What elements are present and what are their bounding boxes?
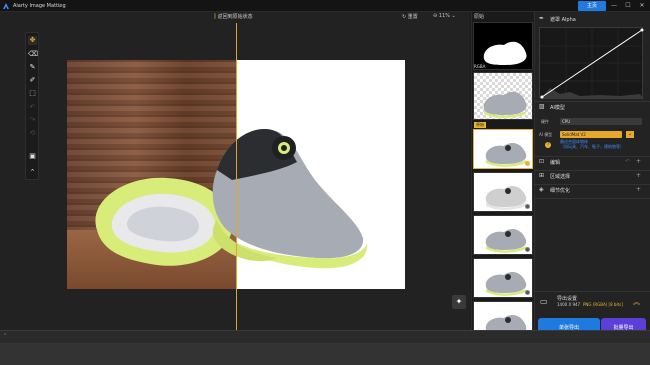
export-title: 导出设置 <box>557 296 578 302</box>
engine-label: 硬件 <box>541 119 549 124</box>
eraser-icon[interactable]: ⌫ <box>28 50 38 59</box>
region-select-icon: ⊞ <box>539 172 545 179</box>
undo-icon[interactable]: ↶ <box>28 103 37 112</box>
divider <box>534 184 650 185</box>
detail-title[interactable]: 细节优化 <box>550 187 570 194</box>
divider <box>534 198 650 199</box>
home-button[interactable]: 主页 <box>578 1 606 11</box>
edit-expand-icon[interactable]: + <box>636 158 644 165</box>
alpha-thumbnail[interactable] <box>473 22 533 70</box>
image-thumbnail[interactable] <box>473 258 533 298</box>
detail-icon: ◈ <box>539 186 544 193</box>
minimize-icon[interactable]: — <box>609 1 619 11</box>
expand-export-icon[interactable]: ︽ <box>633 297 640 307</box>
zoom-control[interactable]: ⊖ 11% ⌄ <box>433 13 456 19</box>
expand-up-icon[interactable]: ⌃ <box>3 333 7 339</box>
alpha-mask-image <box>483 41 527 65</box>
help-icon[interactable]: ? <box>545 142 551 148</box>
model-label: AI 模型 <box>539 132 553 137</box>
edit-icon: ⊡ <box>539 158 545 165</box>
edit-title[interactable]: 编辑 <box>550 159 560 166</box>
status-dot <box>525 161 530 166</box>
back-to-original-button[interactable]: ⫿ 返回到原始状态 <box>214 13 253 20</box>
alpha-title: 遮罩 Alpha <box>550 17 576 23</box>
fill-icon[interactable]: ⬚ <box>28 89 37 98</box>
rgba-thumbnail[interactable] <box>473 72 533 120</box>
chevron-down-icon[interactable]: ⌄ <box>58 3 63 9</box>
image-thumbnail[interactable] <box>473 129 533 169</box>
status-dot <box>525 204 530 209</box>
image-thumbnail[interactable] <box>473 215 533 255</box>
region-expand-icon[interactable]: + <box>636 172 644 179</box>
engine-select[interactable]: CPU <box>560 118 642 125</box>
rgba-shoe-image <box>483 91 527 118</box>
divider <box>534 291 650 292</box>
original-tag: 原始 <box>474 122 486 128</box>
status-dot <box>525 290 530 295</box>
divider <box>534 170 650 171</box>
move-icon[interactable]: ✥ <box>28 36 37 45</box>
close-icon[interactable]: ✕ <box>637 1 647 11</box>
status-strip <box>0 343 650 365</box>
compare-split-line[interactable] <box>236 23 237 330</box>
title-bar: Aiarty Image Matting ⌄ 主页 — ☐ ✕ <box>0 0 650 12</box>
redo-icon[interactable]: ↷ <box>28 116 37 125</box>
region-select-title[interactable]: 区域选择 <box>550 173 570 180</box>
divider <box>534 156 650 157</box>
alpha-curve <box>540 28 644 99</box>
model-value: SolidMat V2 <box>562 132 586 137</box>
canvas-toolbar: ⫿ 返回到原始状态 ↻ 重置 ⊖ 11% ⌄ <box>0 12 470 23</box>
zoom-dropdown-icon[interactable]: ⌄ <box>452 13 456 19</box>
model-note-line2: （如玩具、汽车、鞋子、建筑物等） <box>560 144 624 149</box>
model-dropdown-icon[interactable]: ⌄ <box>626 131 634 138</box>
rgba-label: RGBA <box>474 64 486 69</box>
ai-enhance-button[interactable]: ✦ <box>452 295 466 309</box>
engine-value: CPU <box>562 119 571 124</box>
maximize-icon[interactable]: ☐ <box>623 1 633 11</box>
dropper-icon[interactable]: ✒ <box>539 16 545 22</box>
export-format: PNG (RGBA) [8 bits] <box>583 302 623 307</box>
thumbnail-column: 原始 RGBA 原始 <box>471 12 533 341</box>
compare-icon[interactable]: ▣ <box>28 152 37 161</box>
brush-icon[interactable]: ✎ <box>28 63 37 72</box>
app-logo-icon <box>3 3 9 9</box>
tool-strip: ✥ ⌫ ✎ ✐ ⬚ ↶ ↷ ⟲ ▣ ⌃ <box>25 32 39 180</box>
divider <box>534 101 650 102</box>
collapse-tools-icon[interactable]: ⌃ <box>28 168 37 177</box>
reset-icon: ↻ <box>402 14 407 20</box>
reset-button[interactable]: ↻ 重置 <box>402 13 418 20</box>
ai-model-icon: ▨ <box>539 103 545 110</box>
back-to-original-label: 返回到原始状态 <box>217 14 253 20</box>
sparkle-icon: ✦ <box>455 297 463 306</box>
zoom-level: 11% <box>438 13 450 19</box>
reset-label: 重置 <box>407 14 418 20</box>
detail-expand-icon[interactable]: + <box>636 186 644 193</box>
status-dot <box>525 247 530 252</box>
paint-brush-icon[interactable]: ✐ <box>28 76 37 85</box>
image-thumbnail[interactable] <box>473 172 533 212</box>
zoom-out-icon[interactable]: ⊖ <box>433 13 437 19</box>
ai-model-title: AI模型 <box>550 105 565 111</box>
split-view-icon: ⫿ <box>214 14 216 20</box>
alpha-curve-editor[interactable] <box>539 27 644 99</box>
thumbnail-header: 原始 <box>474 14 485 20</box>
history-icon[interactable]: ⟲ <box>28 129 37 138</box>
model-select[interactable]: SolidMat V2 <box>560 131 622 138</box>
monitor-icon: ▭ <box>540 297 548 306</box>
export-size: 1400 X 947 <box>557 302 581 307</box>
